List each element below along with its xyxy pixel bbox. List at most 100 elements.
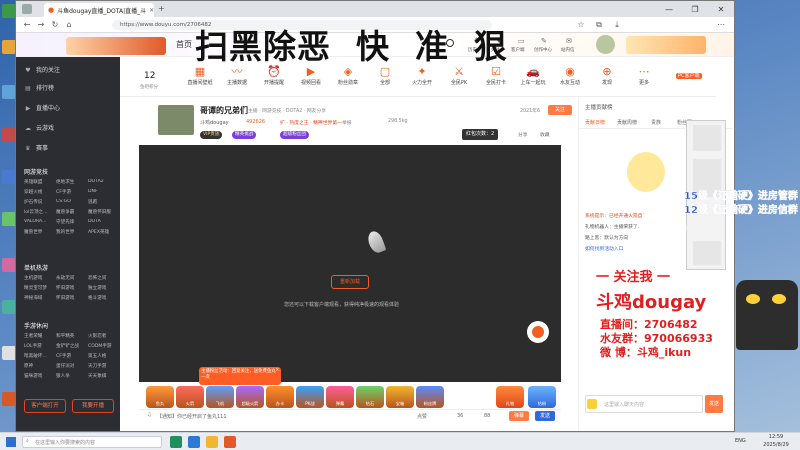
desktop-app-icon[interactable] [2,170,16,184]
gift-item[interactable]: PK战 [296,386,324,408]
new-tab-icon[interactable]: + [158,4,165,13]
category-item[interactable]: ◈ 粉丝勋章 [328,65,368,86]
sidebar-game-link[interactable]: 和平精英 [56,333,88,339]
danmu-button[interactable]: 弹幕 [509,411,529,421]
sidebar-game-link[interactable]: 我的世界 [56,229,88,235]
sidebar-game-link[interactable]: 金铲铲之战 [56,343,88,349]
sidebar-game-link[interactable]: DNF [88,189,118,195]
taskbar-app-icon[interactable] [206,436,218,448]
gift-item[interactable]: 超级火箭 [236,386,264,408]
nav-creator[interactable]: 创作中心 [534,47,552,53]
follow-button[interactable]: 关注 [548,105,572,115]
player-side-button[interactable] [527,321,549,343]
tab-noble[interactable]: 贵族 [651,119,661,126]
gift-item[interactable]: 粉丝牌 [416,386,444,408]
collect-link[interactable]: 收藏 [540,131,550,138]
sidebar-game-link[interactable]: 原神 [24,363,56,369]
back-icon[interactable]: ← [22,20,32,30]
start-live-button[interactable]: 我要开播 [72,399,114,413]
sidebar-game-link[interactable]: 魔兽世界 [24,229,56,235]
sidebar-game-link[interactable]: 穿越火线 [24,189,56,195]
sidebar-game-link[interactable]: 神秘海域 [24,295,56,301]
sidebar-game-link[interactable]: 魔兽怀旧服 [88,209,118,215]
sidebar-game-link[interactable]: 火影忍者 [88,333,118,339]
sidebar-game-link[interactable]: CODM手游 [88,343,118,349]
gift-item[interactable]: 办卡 [266,386,294,408]
tab-day-rank[interactable]: 贡献日榜 [585,119,605,126]
tag-elite[interactable]: 精英挑战 [232,131,257,139]
sidebar-item-match[interactable]: ♛ 赛事 [24,143,48,155]
sidebar-game-link[interactable]: 狼人杀 [56,373,88,379]
taskbar-app-icon[interactable] [224,436,236,448]
redpacket-count[interactable]: 红包次数：2 [462,129,499,140]
sidebar-game-link[interactable]: 格斗游戏 [88,295,118,301]
gift-item[interactable]: 火箭 [176,386,204,408]
browser-tab[interactable]: ● 斗鱼dougay直播_DOTA|直播_斗 ✕ [44,3,154,17]
sidebar-game-link[interactable]: 英雄联盟 [24,179,56,185]
floating-icon[interactable] [693,241,721,265]
home-icon[interactable]: ⌂ [64,20,74,30]
sidebar-game-link[interactable]: APEX英雄 [88,229,118,235]
favorites-icon[interactable]: ☆ [576,20,586,30]
anchor-avatar[interactable] [158,105,194,135]
clock-time[interactable]: 12:59 [756,434,796,440]
sidebar-game-link[interactable]: 魔兽争霸 [56,209,88,215]
sidebar-game-link[interactable]: CF手游 [56,353,88,359]
desktop-app-icon[interactable] [2,212,16,226]
browser-menu-icon[interactable] [22,4,32,14]
sidebar-game-link[interactable]: 恐怖之间 [88,275,118,281]
chat-input[interactable]: 这里输入聊天内容 [585,395,703,413]
gift-item[interactable]: 飞机 [206,386,234,408]
nav-message[interactable]: 站内信 [561,47,575,53]
category-item[interactable]: 〰主播数据 [217,65,257,86]
desktop-app-icon[interactable] [2,346,16,360]
sidebar-game-link[interactable]: VALORA... [24,219,56,225]
sidebar-game-link[interactable]: 猫咪游戏 [24,373,56,379]
taskbar-search[interactable]: 在这里输入你要搜索的内容 [22,436,162,448]
category-item[interactable]: ▦ 直播间壁纸 [180,65,220,86]
message-icon[interactable]: ✉ [566,37,572,45]
popup-close-icon[interactable]: ✕ [275,368,279,374]
sidebar-game-link[interactable]: 天刀手游 [88,363,118,369]
taskbar-app-icon[interactable] [188,436,200,448]
creator-icon[interactable]: ✎ [541,37,547,45]
sidebar-item-follow[interactable]: ♥ 我的关注 [24,65,60,77]
category-item[interactable]: 🚗 上车一起玩 [513,65,553,86]
sidebar-game-link[interactable]: 永劫无间 [56,275,88,281]
desktop-app-icon[interactable] [2,300,16,314]
floating-icon[interactable] [693,125,721,151]
sidebar-game-link[interactable]: 怀旧游戏 [56,295,88,301]
sidebar-game-link[interactable]: 炉石传说 [24,199,56,205]
gift-right-0[interactable]: 礼物 [496,386,524,408]
video-player[interactable]: 重新加载 您还可以下载客户端观看，获得纯净极速的观看体验 主播粉丝活动：回复关注… [139,145,561,385]
likes-label[interactable]: 点赞 [417,413,427,420]
client-icon[interactable]: ▭ [518,37,525,45]
category-item[interactable]: ◉ 水友互动 [550,65,590,86]
gift-right-1[interactable]: 钻粉 [528,386,556,408]
sidebar-game-link[interactable]: 怀旧游戏 [56,285,88,291]
douyu-logo[interactable] [66,37,166,55]
share-link[interactable]: 分享 [518,131,528,138]
sidebar-game-link[interactable]: 第五人格 [88,353,118,359]
more-icon[interactable]: ⋯ [716,20,726,30]
desktop-app-icon[interactable] [2,85,16,99]
sidebar-game-link[interactable]: DOTA2 [88,179,118,185]
sidebar-game-link[interactable]: 主机游戏 [24,275,56,281]
maximize-button[interactable]: ❐ [682,1,708,17]
tag-fanclub[interactable]: 超级粉丝团 [280,131,309,139]
sidebar-game-link[interactable]: DOTA [88,219,118,225]
sidebar-game-link[interactable]: 天天象棋 [88,373,118,379]
desktop-app-icon[interactable] [2,40,16,54]
sidebar-game-link[interactable]: 逃跑 [88,199,118,205]
sidebar-game-link[interactable]: CF手游 [56,189,88,195]
sidebar-game-link[interactable]: 暗黑破坏... [24,353,56,359]
gift-item[interactable]: 宝箱 [386,386,414,408]
anchor-name[interactable]: 斗鸡dougay [200,119,229,126]
sidebar-game-link[interactable]: 王者荣耀 [24,333,56,339]
channel-link[interactable]: 主播 · 网游竞技 · DOTA2 · 网友分享 [248,107,326,114]
close-button[interactable]: ✕ [708,1,734,17]
sidebar-game-link[interactable]: 独立游戏 [88,285,118,291]
clock-date[interactable]: 2025/8/29 [756,442,796,448]
pc-client-button[interactable]: PC客户端 [672,71,706,81]
sidebar-game-link[interactable]: 蛋仔派对 [56,363,88,369]
